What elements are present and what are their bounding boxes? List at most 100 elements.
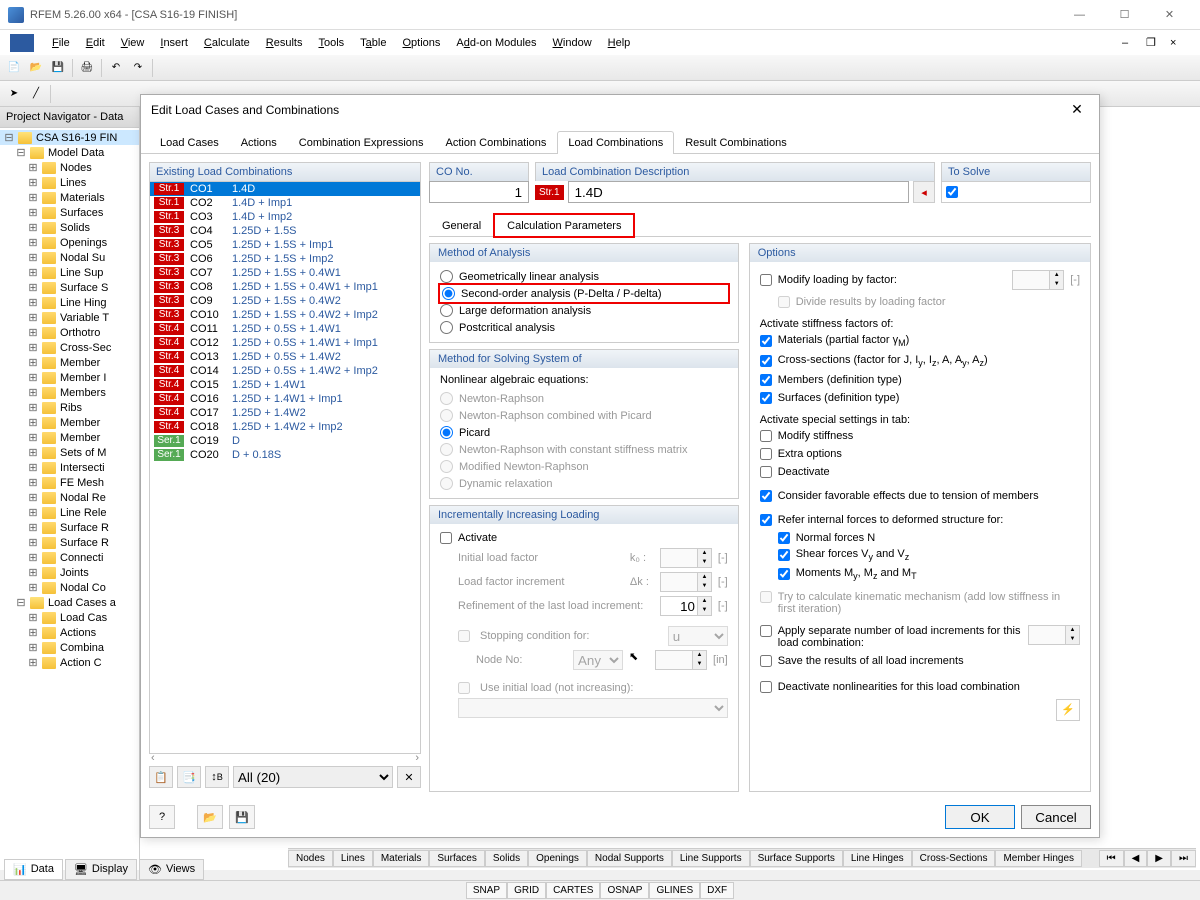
status-toggle[interactable]: DXF [700, 882, 734, 899]
tree-item[interactable]: ⊞Intersecti [0, 460, 139, 475]
tree-item[interactable]: ⊞Orthotro [0, 325, 139, 340]
useinit-select[interactable] [458, 698, 728, 718]
tree-item[interactable]: ⊞Surfaces [0, 205, 139, 220]
combination-row[interactable]: Str.3CO91.25D + 1.5S + 0.4W2 [150, 294, 420, 308]
solve-newton-const[interactable]: Newton-Raphson with constant stiffness m… [440, 441, 728, 458]
combination-row[interactable]: Str.4CO141.25D + 0.5S + 1.4W2 + Imp2 [150, 364, 420, 378]
combination-row[interactable]: Str.4CO171.25D + 1.4W2 [150, 406, 420, 420]
filter-select[interactable]: All (20) [233, 766, 393, 788]
dialog-tab[interactable]: Combination Expressions [288, 131, 435, 154]
opt-save-results[interactable]: Save the results of all load increments [760, 653, 1080, 669]
tb-print-icon[interactable]: 🖨 [77, 58, 97, 78]
new-combo-button[interactable]: 📋 [149, 766, 173, 788]
tab-nav-button[interactable]: ⏭ [1171, 850, 1196, 867]
menu-addon[interactable]: Add-on Modules [450, 35, 542, 51]
combination-row[interactable]: Ser.1CO19D [150, 434, 420, 448]
status-toggle[interactable]: CARTES [546, 882, 600, 899]
tree-item[interactable]: ⊟Model Data [0, 145, 139, 160]
minimize-button[interactable]: — [1057, 1, 1102, 29]
tab-nav-button[interactable]: ◀ [1124, 850, 1148, 867]
table-tab[interactable]: Materials [373, 850, 430, 867]
tree-item[interactable]: ⊞Member [0, 415, 139, 430]
tree-item[interactable]: ⊞Ribs [0, 400, 139, 415]
menu-window[interactable]: Window [547, 35, 598, 51]
combination-row[interactable]: Str.4CO131.25D + 0.5S + 1.4W2 [150, 350, 420, 364]
combination-row[interactable]: Str.3CO61.25D + 1.5S + Imp2 [150, 252, 420, 266]
ok-button[interactable]: OK [945, 805, 1015, 829]
combination-row[interactable]: Str.4CO181.25D + 1.4W2 + Imp2 [150, 420, 420, 434]
lfi-spinner[interactable]: ▲▼ [660, 572, 712, 592]
stopping-select[interactable]: u [668, 626, 728, 646]
opt-favorable[interactable]: Consider favorable effects due to tensio… [760, 488, 1080, 504]
tree-item[interactable]: ⊞Surface R [0, 535, 139, 550]
stopping-check[interactable] [458, 630, 470, 642]
tree-item[interactable]: ⊞Openings [0, 235, 139, 250]
tree-item[interactable]: ⊞Member I [0, 370, 139, 385]
tree-item[interactable]: ⊞Load Cas [0, 610, 139, 625]
tb-arrow-icon[interactable]: ➤ [4, 84, 24, 104]
tree-item[interactable]: ⊞Actions [0, 625, 139, 640]
combination-row[interactable]: Str.3CO41.25D + 1.5S [150, 224, 420, 238]
incre-activate[interactable]: Activate [440, 530, 728, 546]
viewtab-data[interactable]: 📊 Data [4, 859, 63, 880]
dialog-tab[interactable]: Actions [230, 131, 288, 154]
combination-row[interactable]: Str.1CO21.4D + Imp1 [150, 196, 420, 210]
menu-results[interactable]: Results [260, 35, 309, 51]
table-tab[interactable]: Surface Supports [750, 850, 843, 867]
table-tab[interactable]: Lines [333, 850, 373, 867]
analysis-large-deform[interactable]: Large deformation analysis [440, 302, 728, 319]
tab-nav-button[interactable]: ⏮ [1099, 850, 1124, 867]
tree-item[interactable]: ⊞Nodal Su [0, 250, 139, 265]
tree-item[interactable]: ⊞Members [0, 385, 139, 400]
dialog-tab[interactable]: Result Combinations [674, 131, 798, 154]
opt-separate-incre[interactable]: Apply separate number of load increments… [760, 623, 1080, 651]
solve-checkbox[interactable] [946, 186, 958, 198]
combination-row[interactable]: Str.4CO111.25D + 0.5S + 1.4W1 [150, 322, 420, 336]
dialog-tab[interactable]: Load Combinations [557, 131, 674, 154]
menu-file[interactable]: File [46, 35, 76, 51]
tb-new-icon[interactable]: 📄 [4, 58, 24, 78]
desc-pick-button[interactable]: ◂ [913, 181, 935, 203]
tree-item[interactable]: ⊞Line Sup [0, 265, 139, 280]
tree-item[interactable]: ⊞Surface R [0, 520, 139, 535]
combination-row[interactable]: Str.3CO81.25D + 1.5S + 0.4W1 + Imp1 [150, 280, 420, 294]
sort-button[interactable]: ↕B [205, 766, 229, 788]
menu-help[interactable]: Help [602, 35, 637, 51]
tree-item[interactable]: ⊞Member [0, 355, 139, 370]
solve-picard[interactable]: Picard [440, 424, 728, 441]
tb-line-icon[interactable]: ╱ [26, 84, 46, 104]
mdi-minimize[interactable]: – [1122, 37, 1142, 49]
opt-divide-results[interactable]: Divide results by loading factor [778, 294, 1080, 310]
tb-redo-icon[interactable]: ↷ [128, 58, 148, 78]
combination-row[interactable]: Str.3CO71.25D + 1.5S + 0.4W1 [150, 266, 420, 280]
opt-extra[interactable]: Extra options [760, 446, 1080, 462]
opt-deact-nonlin[interactable]: Deactivate nonlinearities for this load … [760, 679, 1080, 695]
status-toggle[interactable]: GRID [507, 882, 546, 899]
menu-view[interactable]: View [115, 35, 151, 51]
tree-item[interactable]: ⊞Variable T [0, 310, 139, 325]
tree-item[interactable]: ⊞Joints [0, 565, 139, 580]
opt-deactivate[interactable]: Deactivate [760, 464, 1080, 480]
subtab-calc-params[interactable]: Calculation Parameters [494, 214, 634, 237]
delete-combo-button[interactable]: ✕ [397, 766, 421, 788]
combination-row[interactable]: Str.4CO161.25D + 1.4W1 + Imp1 [150, 392, 420, 406]
useinit-check[interactable] [458, 682, 470, 694]
help-button[interactable]: ? [149, 805, 175, 829]
opt-surfaces[interactable]: Surfaces (definition type) [760, 390, 1080, 406]
table-tab[interactable]: Member Hinges [995, 850, 1082, 867]
ilf-spinner[interactable]: ▲▼ [660, 548, 712, 568]
tree-item[interactable]: ⊞Solids [0, 220, 139, 235]
node-val-spinner[interactable]: ▲▼ [655, 650, 707, 670]
dialog-close-icon[interactable]: ✕ [1065, 101, 1089, 118]
table-tab[interactable]: Line Hinges [843, 850, 912, 867]
combination-row[interactable]: Str.4CO151.25D + 1.4W1 [150, 378, 420, 392]
menu-edit[interactable]: Edit [80, 35, 111, 51]
tree-item[interactable]: ⊞Surface S [0, 280, 139, 295]
tree-item[interactable]: ⊞Connecti [0, 550, 139, 565]
opt-cross-sections[interactable]: Cross-sections (factor for J, Iy, Iz, A,… [760, 352, 1080, 370]
maximize-button[interactable]: ☐ [1102, 1, 1147, 29]
tree-item[interactable]: ⊞Materials [0, 190, 139, 205]
solve-newton[interactable]: Newton-Raphson [440, 390, 728, 407]
tb-undo-icon[interactable]: ↶ [106, 58, 126, 78]
tree-item[interactable]: ⊞Member [0, 430, 139, 445]
